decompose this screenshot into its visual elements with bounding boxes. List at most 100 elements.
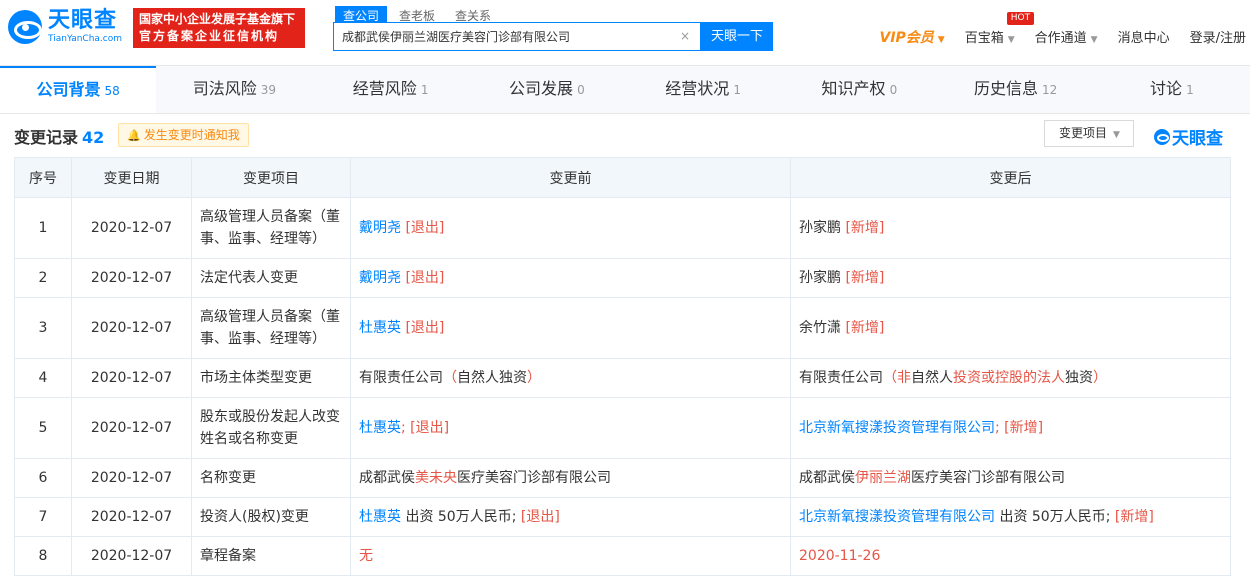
table-row: 4 2020-12-07 市场主体类型变更 有限责任公司（自然人独资） 有限责任公司（非… bbox=[14, 358, 1231, 398]
cell-index: 3 bbox=[14, 297, 72, 359]
plain-text: 自然人独资 bbox=[457, 370, 527, 386]
tab-count: 1 bbox=[1186, 83, 1194, 97]
col-header-after: 变更后 bbox=[790, 157, 1231, 198]
cell-date: 2020-12-07 bbox=[71, 458, 192, 498]
official-badge[interactable]: 国家中小企业发展子基金旗下 官方备案企业征信机构 bbox=[133, 8, 305, 48]
change-records-table: 序号 变更日期 变更项目 变更前 变更后 1 2020-12-07 高级管理人员备案… bbox=[14, 157, 1231, 576]
cell-index: 2 bbox=[14, 258, 72, 298]
plain-text: 医疗美容门诊部有限公司 bbox=[457, 470, 611, 486]
tab-count: 58 bbox=[104, 84, 120, 98]
tab-discussion[interactable]: 讨论 1 bbox=[1094, 66, 1250, 113]
chevron-down-icon: ▼ bbox=[1113, 130, 1120, 140]
hot-badge: HOT bbox=[1006, 12, 1035, 25]
cell-before: 戴明尧 [退出] bbox=[350, 258, 791, 298]
tab-label: 知识产权 bbox=[821, 79, 886, 98]
tab-company-development[interactable]: 公司发展 0 bbox=[469, 66, 625, 113]
cell-before: 杜惠英; [退出] bbox=[350, 397, 791, 459]
tab-intellectual-property[interactable]: 知识产权 0 bbox=[781, 66, 937, 113]
col-header-date: 变更日期 bbox=[71, 157, 192, 198]
plain-text: 有限责任公司 bbox=[359, 370, 443, 386]
section-title-text: 变更记录 bbox=[14, 128, 79, 147]
tab-count: 39 bbox=[260, 83, 277, 97]
cell-date: 2020-12-07 bbox=[71, 297, 192, 359]
cell-date: 2020-12-07 bbox=[71, 197, 192, 259]
entity-link[interactable]: 戴明尧 bbox=[359, 220, 401, 236]
search-button[interactable]: 天眼一下 bbox=[701, 22, 773, 51]
chevron-down-icon: ▼ bbox=[937, 35, 945, 45]
plain-text: 成都武侯 bbox=[799, 470, 855, 486]
col-header-index: 序号 bbox=[14, 157, 72, 198]
plain-text: 有限责任公司 bbox=[799, 370, 883, 386]
table-row: 2 2020-12-07 法定代表人变更 戴明尧 [退出] 孙家鹏 [新增] bbox=[14, 258, 1231, 298]
cell-after: 成都武侯伊丽兰湖医疗美容门诊部有限公司 bbox=[790, 458, 1231, 498]
cell-index: 8 bbox=[14, 536, 72, 576]
entity-link[interactable]: 杜惠英 bbox=[359, 420, 401, 436]
change-item-filter[interactable]: 变更项目 ▼ bbox=[1044, 120, 1134, 147]
tab-operating-status[interactable]: 经营状况 1 bbox=[625, 66, 781, 113]
plain-text: 余竹潇 bbox=[799, 320, 841, 336]
status-tag: [新增] bbox=[841, 320, 885, 336]
cell-before: 成都武侯美未央医疗美容门诊部有限公司 bbox=[350, 458, 791, 498]
tab-label: 经营状况 bbox=[665, 79, 730, 98]
company-tabs: 公司背景 58 司法风险 39 经营风险 1 公司发展 0 经营状况 1 知识产权 0 历史… bbox=[0, 66, 1250, 114]
record-count: 42 bbox=[82, 128, 105, 147]
entity-link[interactable]: 北京新氧搜漾投资管理有限公司 bbox=[799, 420, 995, 436]
tab-count: 0 bbox=[889, 83, 898, 97]
table-row: 1 2020-12-07 高级管理人员备案（董事、监事、经理等） 戴明尧 [退出] 孙家… bbox=[14, 197, 1231, 259]
plain-text: 出资 50万人民币; bbox=[995, 509, 1115, 525]
cell-before: 无 bbox=[350, 536, 791, 576]
cell-index: 6 bbox=[14, 458, 72, 498]
site-logo[interactable]: 天眼查 TianYanCha.com bbox=[8, 9, 122, 45]
tab-history[interactable]: 历史信息 12 bbox=[938, 66, 1094, 113]
notify-label: 发生变更时通知我 bbox=[143, 128, 240, 142]
tab-judicial-risk[interactable]: 司法风险 39 bbox=[156, 66, 312, 113]
nav-treasure-box[interactable]: 百宝箱 ▼ HOT bbox=[965, 12, 1035, 47]
cell-date: 2020-12-07 bbox=[71, 358, 192, 398]
cell-date: 2020-12-07 bbox=[71, 497, 192, 537]
nav-login[interactable]: 登录/注册 bbox=[1190, 27, 1246, 47]
clear-icon[interactable]: × bbox=[680, 29, 690, 43]
cell-before: 杜惠英 出资 50万人民币; [退出] bbox=[350, 497, 791, 537]
highlight-text: 伊丽兰湖 bbox=[855, 470, 911, 486]
entity-link[interactable]: 北京新氧搜漾投资管理有限公司 bbox=[799, 509, 995, 525]
cell-date: 2020-12-07 bbox=[71, 536, 192, 576]
logo-title: 天眼查 bbox=[48, 8, 118, 33]
tab-company-background[interactable]: 公司背景 58 bbox=[0, 66, 157, 113]
entity-link[interactable]: 杜惠英 bbox=[359, 320, 401, 336]
plain-text: 自然人 bbox=[911, 370, 953, 386]
top-header: 天眼查 TianYanCha.com 国家中小企业发展子基金旗下 官方备案企业征… bbox=[0, 0, 1250, 66]
cell-item: 高级管理人员备案（董事、监事、经理等） bbox=[191, 297, 351, 359]
plain-text: 成都武侯 bbox=[359, 470, 415, 486]
cell-before: 有限责任公司（自然人独资） bbox=[350, 358, 791, 398]
cell-after: 孙家鹏 [新增] bbox=[790, 258, 1231, 298]
search-input[interactable] bbox=[334, 23, 674, 50]
nav-vip[interactable]: VIP会员 ▼ bbox=[879, 27, 944, 47]
plain-text: 孙家鹏 bbox=[799, 270, 841, 286]
status-tag: [退出] bbox=[401, 320, 445, 336]
chevron-down-icon: ▼ bbox=[1007, 35, 1015, 45]
nav-partner[interactable]: 合作通道 ▼ bbox=[1035, 27, 1098, 47]
highlight-text: （非 bbox=[883, 370, 911, 386]
change-records-table-wrap: 序号 变更日期 变更项目 变更前 变更后 1 2020-12-07 高级管理人员备案… bbox=[14, 157, 1231, 576]
entity-link[interactable]: 杜惠英 bbox=[359, 509, 401, 525]
status-tag: [退出] bbox=[520, 509, 560, 525]
cell-index: 7 bbox=[14, 497, 72, 537]
nav-messages[interactable]: 消息中心 bbox=[1118, 27, 1170, 47]
table-row: 8 2020-12-07 章程备案无 2020-11-26 bbox=[14, 536, 1231, 576]
tab-operating-risk[interactable]: 经营风险 1 bbox=[313, 66, 469, 113]
badge-line-2: 官方备案企业征信机构 bbox=[139, 29, 280, 43]
status-tag: [退出] bbox=[401, 220, 445, 236]
cell-after: 余竹潇 [新增] bbox=[790, 297, 1231, 359]
entity-link[interactable]: 戴明尧 bbox=[359, 270, 401, 286]
brand-text: 天眼查 bbox=[1172, 129, 1223, 149]
status-tag: [新增] bbox=[841, 270, 885, 286]
cell-item: 股东或股份发起人改变姓名或名称变更 bbox=[191, 397, 351, 459]
tab-count: 1 bbox=[420, 83, 429, 97]
status-tag: [新增] bbox=[841, 220, 885, 236]
nav-partner-label: 合作通道 bbox=[1034, 31, 1087, 46]
table-row: 5 2020-12-07 股东或股份发起人改变姓名或名称变更 杜惠英; [退出] 北京新… bbox=[14, 397, 1231, 459]
status-tag: ; [退出] bbox=[401, 420, 450, 436]
tab-label: 公司背景 bbox=[36, 80, 101, 99]
cell-item: 高级管理人员备案（董事、监事、经理等） bbox=[191, 197, 351, 259]
notify-on-change-button[interactable]: 🔔 发生变更时通知我 bbox=[118, 123, 249, 147]
